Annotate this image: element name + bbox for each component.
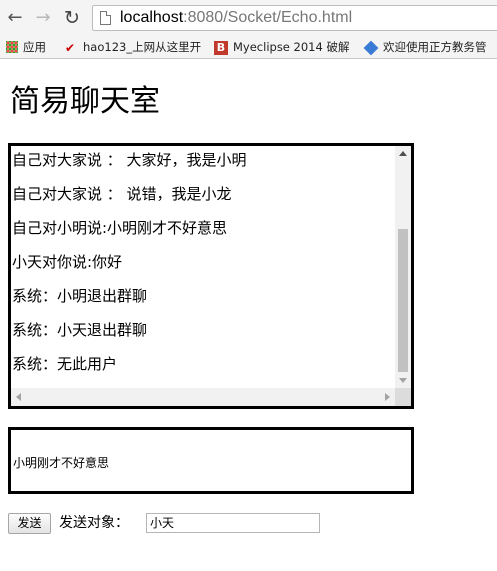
page-icon [100,11,111,25]
vertical-scrollbar[interactable] [395,146,411,388]
scroll-down-arrow-icon[interactable] [399,378,407,383]
page-title: 简易聊天室 [10,84,160,119]
hao123-icon: ✔ [64,40,76,55]
send-button[interactable]: 发送 [8,513,51,534]
myeclipse-icon: B [214,40,228,55]
url-text: localhost:8080/Socket/Echo.html [120,9,352,27]
vertical-scroll-thumb[interactable] [398,229,408,372]
url-path: :8080/Socket/Echo.html [183,9,353,26]
bookmark-hao123[interactable]: ✔ hao123_上网从这里开 [62,39,201,56]
apps-grid-icon [6,40,18,53]
chat-message: 小天对你说:你好 [12,253,123,271]
bookmark-label: hao123_上网从这里开 [83,40,202,54]
scroll-left-arrow-icon[interactable] [16,393,21,401]
zhengfang-icon [363,40,379,55]
bookmark-label: 应用 [23,40,46,54]
horizontal-scrollbar[interactable] [11,388,395,406]
address-bar[interactable]: localhost:8080/Socket/Echo.html [92,5,497,31]
chat-message: 系统：小明退出群聊 [12,287,148,305]
bookmark-myeclipse[interactable]: B Myeclipse 2014 破解 [214,39,349,56]
scrollbar-corner [395,388,411,406]
bookmarks-bar: 应用 ✔ hao123_上网从这里开 B Myeclipse 2014 破解 欢迎使… [0,37,497,59]
chat-history-box[interactable]: 自己对大家说 ： 大家好，我是小明 自己对大家说 ： 说错，我是小龙 自己对小明… [8,143,414,409]
send-target-input[interactable]: 小天 [146,513,320,533]
forward-arrow-icon[interactable]: → [33,8,53,28]
chat-message: 自己对大家说 ： 说错，我是小龙 [12,185,232,203]
scroll-right-arrow-icon[interactable] [385,393,390,401]
chat-message: 自己对小明说:小明刚才不好意思 [12,219,228,237]
chat-message: 系统：小天退出群聊 [12,321,148,339]
chat-message: 自己对大家说 ： 大家好，我是小明 [12,151,247,169]
bookmark-zhengfang[interactable]: 欢迎使用正方教务管 [363,39,487,56]
bookmark-label: Myeclipse 2014 破解 [233,40,350,54]
message-compose-box[interactable]: 小明刚才不好意思 [8,427,414,494]
reload-icon[interactable]: ↻ [62,8,82,28]
message-list: 自己对大家说 ： 大家好，我是小明 自己对大家说 ： 说错，我是小龙 自己对小明… [11,146,395,388]
bookmark-label: 欢迎使用正方教务管 [383,40,487,54]
back-arrow-icon[interactable]: ← [5,8,25,28]
scroll-up-arrow-icon[interactable] [399,151,407,156]
chat-message: 系统：无此用户 [12,355,118,373]
browser-toolbar: ← → ↻ localhost:8080/Socket/Echo.html [0,0,497,37]
url-host: localhost [120,9,184,26]
send-target-label: 发送对象： [59,515,129,531]
compose-text: 小明刚才不好意思 [13,456,110,470]
bookmark-apps[interactable]: 应用 [6,39,46,56]
